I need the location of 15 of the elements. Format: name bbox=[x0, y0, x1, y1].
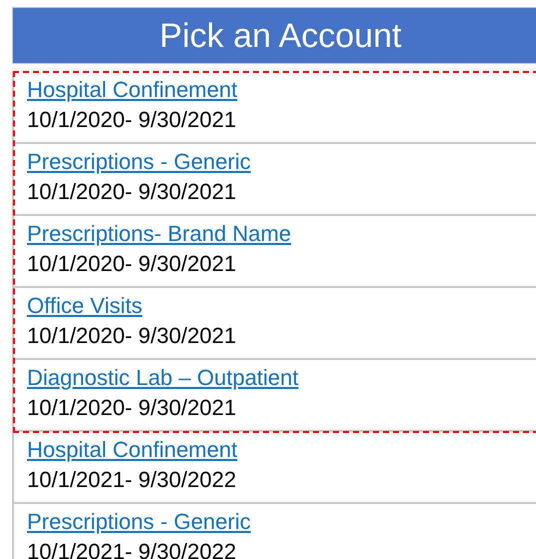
header-title: Pick an Account bbox=[12, 7, 536, 64]
account-link[interactable]: Hospital Confinement bbox=[27, 435, 238, 464]
date-range: 10/1/2020- 9/30/2021 bbox=[27, 106, 236, 134]
account-link[interactable]: Prescriptions - Generic bbox=[27, 147, 251, 176]
account-link[interactable]: Prescriptions - Generic bbox=[27, 507, 251, 536]
date-range: 10/1/2021- 9/30/2022 bbox=[27, 538, 236, 559]
date-range: 10/1/2020- 9/30/2021 bbox=[27, 178, 236, 206]
date-range: 10/1/2020- 9/30/2021 bbox=[27, 250, 236, 278]
account-link[interactable]: Hospital Confinement bbox=[27, 75, 238, 104]
account-link[interactable]: Prescriptions- Brand Name bbox=[27, 219, 292, 248]
account-link[interactable]: Office Visits bbox=[27, 291, 142, 320]
account-link[interactable]: Diagnostic Lab – Outpatient bbox=[27, 363, 299, 392]
date-range: 10/1/2020- 9/30/2021 bbox=[27, 322, 236, 350]
date-range: 10/1/2021- 9/30/2022 bbox=[27, 466, 236, 494]
date-range: 10/1/2020- 9/30/2021 bbox=[27, 394, 236, 422]
